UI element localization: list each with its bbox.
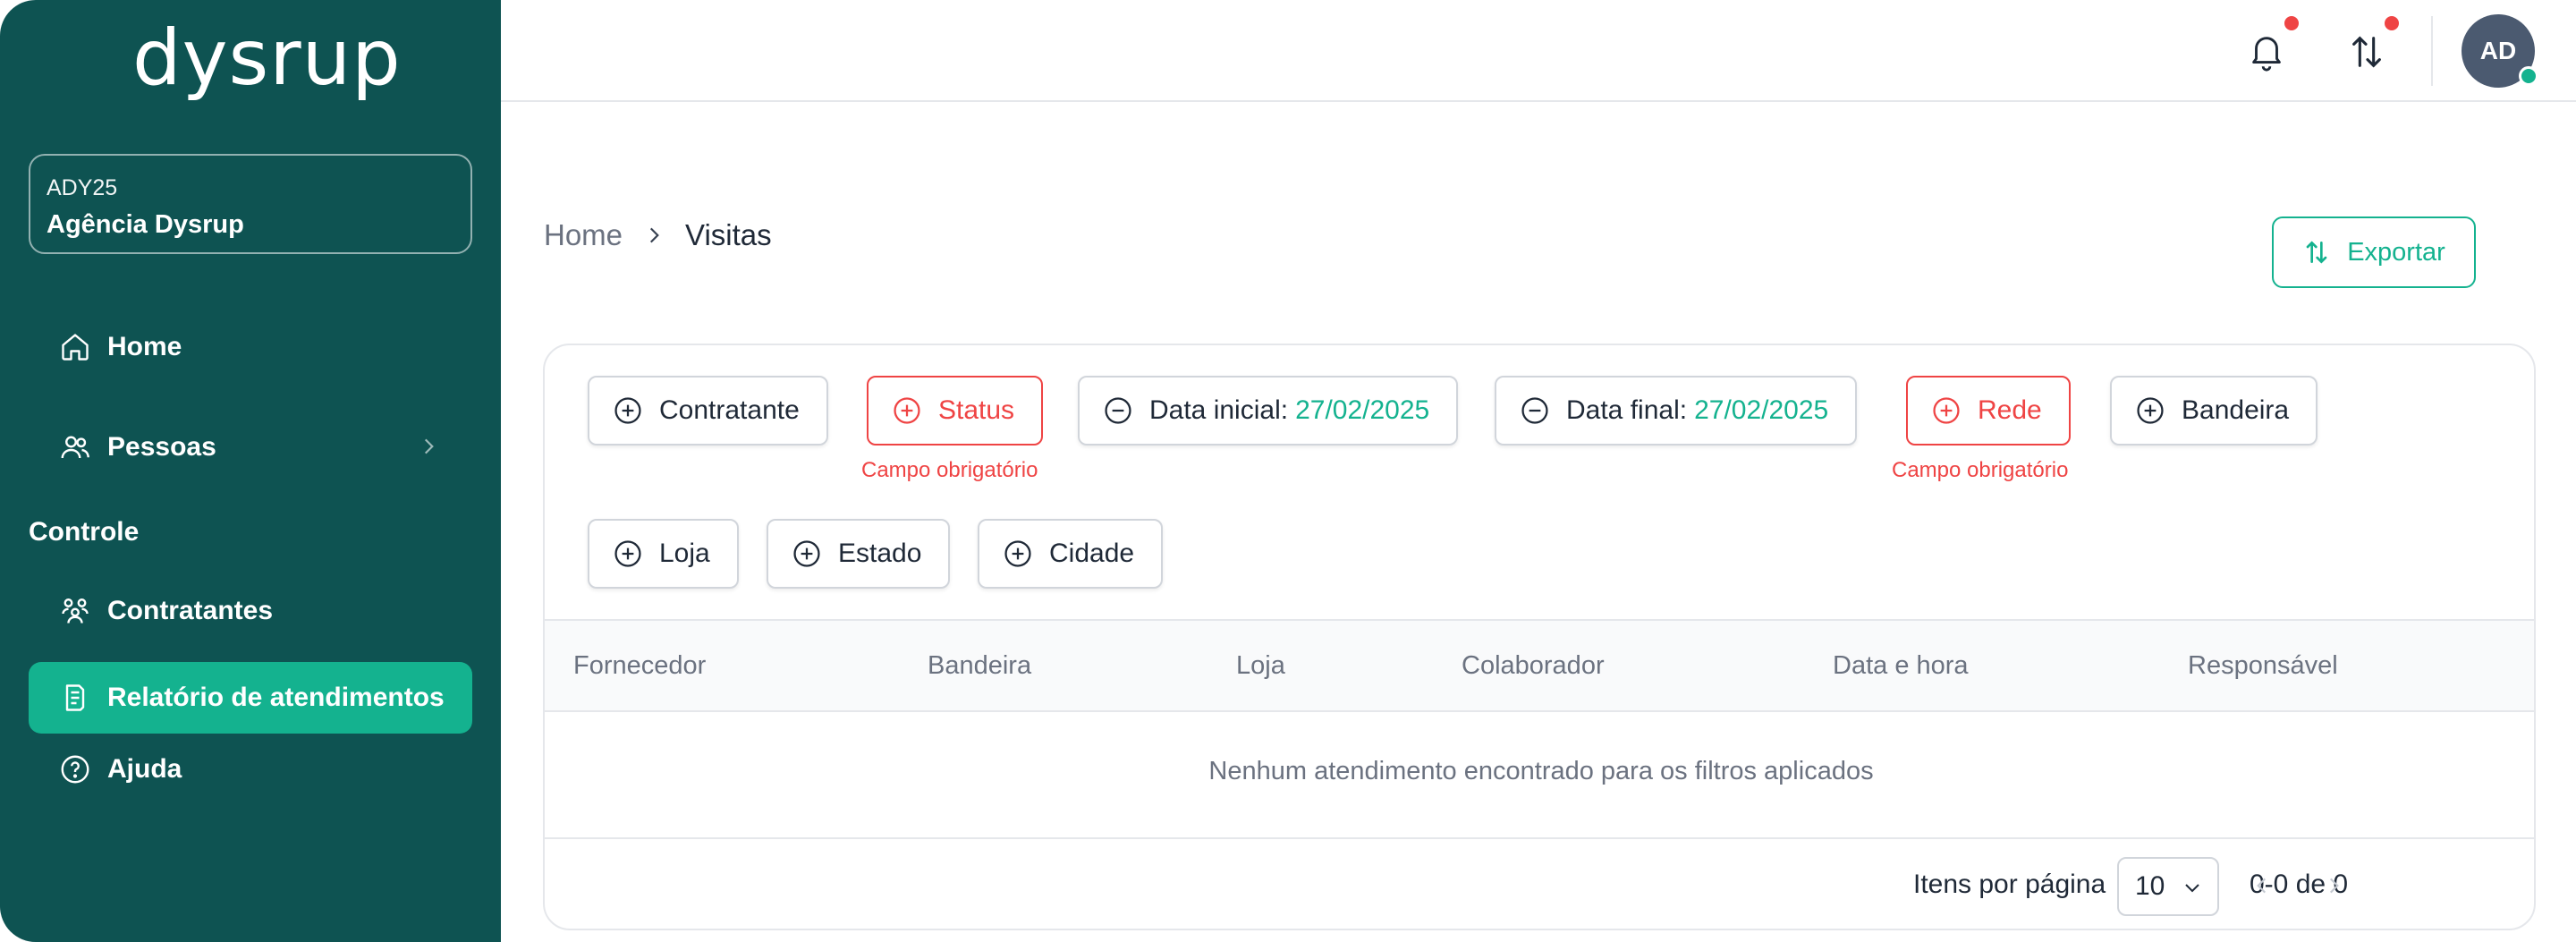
filter-label: Data final: [1566, 395, 1688, 425]
sidebar-item-relatorio[interactable]: Relatório de atendimentos [29, 662, 472, 734]
plus-circle-icon [894, 397, 920, 424]
filter-rede[interactable]: Rede [1906, 376, 2071, 446]
items-per-page-select[interactable]: 10 [2117, 857, 2219, 916]
brand-logo[interactable]: dysrup [132, 20, 402, 97]
notifications-badge [2283, 14, 2301, 32]
sidebar-item-ajuda[interactable]: Ajuda [29, 734, 472, 805]
status-required-message: Campo obrigatório [861, 458, 1038, 482]
filter-data-final[interactable]: Data final: 27/02/2025 [1495, 376, 1858, 446]
previous-page-button[interactable] [2244, 868, 2280, 904]
transfers-badge [2383, 14, 2401, 32]
transfers-button[interactable] [2342, 27, 2392, 77]
minus-circle-icon [1105, 397, 1131, 424]
export-label: Exportar [2347, 237, 2445, 267]
breadcrumb-current: Visitas [685, 218, 772, 251]
filter-bandeira[interactable]: Bandeira [2110, 376, 2318, 446]
filter-value: 27/02/2025 [1694, 395, 1829, 425]
export-button[interactable]: Exportar [2272, 216, 2476, 288]
filter-label: Status [938, 395, 1015, 425]
rede-required-message: Campo obrigatório [1892, 458, 2069, 482]
items-per-page-value: 10 [2135, 871, 2165, 901]
empty-state-message: Nenhum atendimento encontrado para os fi… [1208, 757, 1874, 785]
filter-status[interactable]: Status [867, 376, 1044, 446]
filter-label: Rede [1978, 395, 2042, 425]
agency-selector[interactable]: ADY25 Agência Dysrup [29, 154, 472, 254]
help-icon [61, 755, 89, 784]
filter-loja[interactable]: Loja [588, 519, 739, 589]
filter-value: 27/02/2025 [1295, 395, 1430, 425]
chevron-right-icon [2329, 878, 2339, 894]
sidebar-item-home[interactable]: Home [29, 311, 472, 383]
minus-circle-icon [1521, 397, 1548, 424]
bell-icon [2252, 37, 2281, 72]
visits-card: Contratante Status Campo obrigatório Dat… [543, 344, 2536, 930]
filter-label: Loja [659, 539, 710, 568]
group-icon [62, 598, 89, 624]
filter-data-inicial[interactable]: Data inicial: 27/02/2025 [1078, 376, 1459, 446]
plus-circle-icon [614, 540, 641, 567]
sidebar-item-label: Relatório de atendimentos [107, 683, 445, 712]
column-header-bandeira[interactable]: Bandeira [928, 651, 1031, 681]
next-page-button[interactable] [2316, 868, 2351, 904]
users-icon [61, 436, 89, 459]
items-per-page-label: Itens por página [1913, 870, 2106, 899]
top-header: AD [501, 0, 2576, 102]
table-header: Fornecedor Bandeira Loja Colaborador Dat… [545, 619, 2534, 712]
filter-estado[interactable]: Estado [767, 519, 951, 589]
filter-cidade[interactable]: Cidade [978, 519, 1164, 589]
agency-name: Agência Dysrup [47, 210, 244, 239]
chevron-right-icon [650, 227, 659, 243]
breadcrumb-home[interactable]: Home [544, 218, 623, 252]
chevron-down-icon [2185, 884, 2199, 893]
sidebar-item-label: Pessoas [107, 432, 216, 462]
header-divider [2431, 16, 2433, 86]
online-status-indicator [2519, 66, 2538, 86]
home-icon [62, 334, 89, 361]
sidebar-item-label: Contratantes [107, 596, 274, 625]
plus-circle-icon [614, 397, 641, 424]
sidebar-item-label: Home [107, 332, 182, 361]
filter-label: Contratante [659, 395, 800, 425]
swap-vertical-icon [2306, 241, 2327, 264]
sidebar-item-pessoas[interactable]: Pessoas [29, 412, 472, 483]
column-header-colaborador[interactable]: Colaborador [1462, 651, 1605, 681]
plus-circle-icon [1933, 397, 1960, 424]
filter-contratante[interactable]: Contratante [588, 376, 828, 446]
column-header-fornecedor[interactable]: Fornecedor [573, 651, 706, 681]
column-header-responsavel[interactable]: Responsável [2188, 651, 2338, 681]
filter-label: Data inicial: [1149, 395, 1289, 425]
column-header-data-hora[interactable]: Data e hora [1833, 651, 1969, 681]
notifications-button[interactable] [2241, 27, 2292, 77]
chevron-right-icon [424, 438, 434, 454]
plus-circle-icon [2137, 397, 2164, 424]
plus-circle-icon [1004, 540, 1031, 567]
sidebar: dysrup ADY25 Agência Dysrup Home Pessoas… [0, 0, 501, 942]
report-icon [65, 684, 85, 711]
sort-arrows-icon [2352, 36, 2381, 68]
filter-label: Cidade [1049, 539, 1135, 568]
table-footer-divider [545, 837, 2534, 839]
chevron-left-icon [2257, 878, 2267, 894]
plus-circle-icon [793, 540, 820, 567]
filter-label: Bandeira [2182, 395, 2290, 425]
agency-code: ADY25 [47, 175, 118, 200]
sidebar-item-label: Ajuda [107, 754, 182, 784]
sidebar-item-contratantes[interactable]: Contratantes [29, 575, 472, 647]
filter-label: Estado [838, 539, 922, 568]
avatar-initials: AD [2479, 37, 2517, 64]
breadcrumb: Home Visitas [544, 218, 772, 252]
section-title-controle: Controle [29, 517, 140, 547]
column-header-loja[interactable]: Loja [1236, 651, 1285, 681]
